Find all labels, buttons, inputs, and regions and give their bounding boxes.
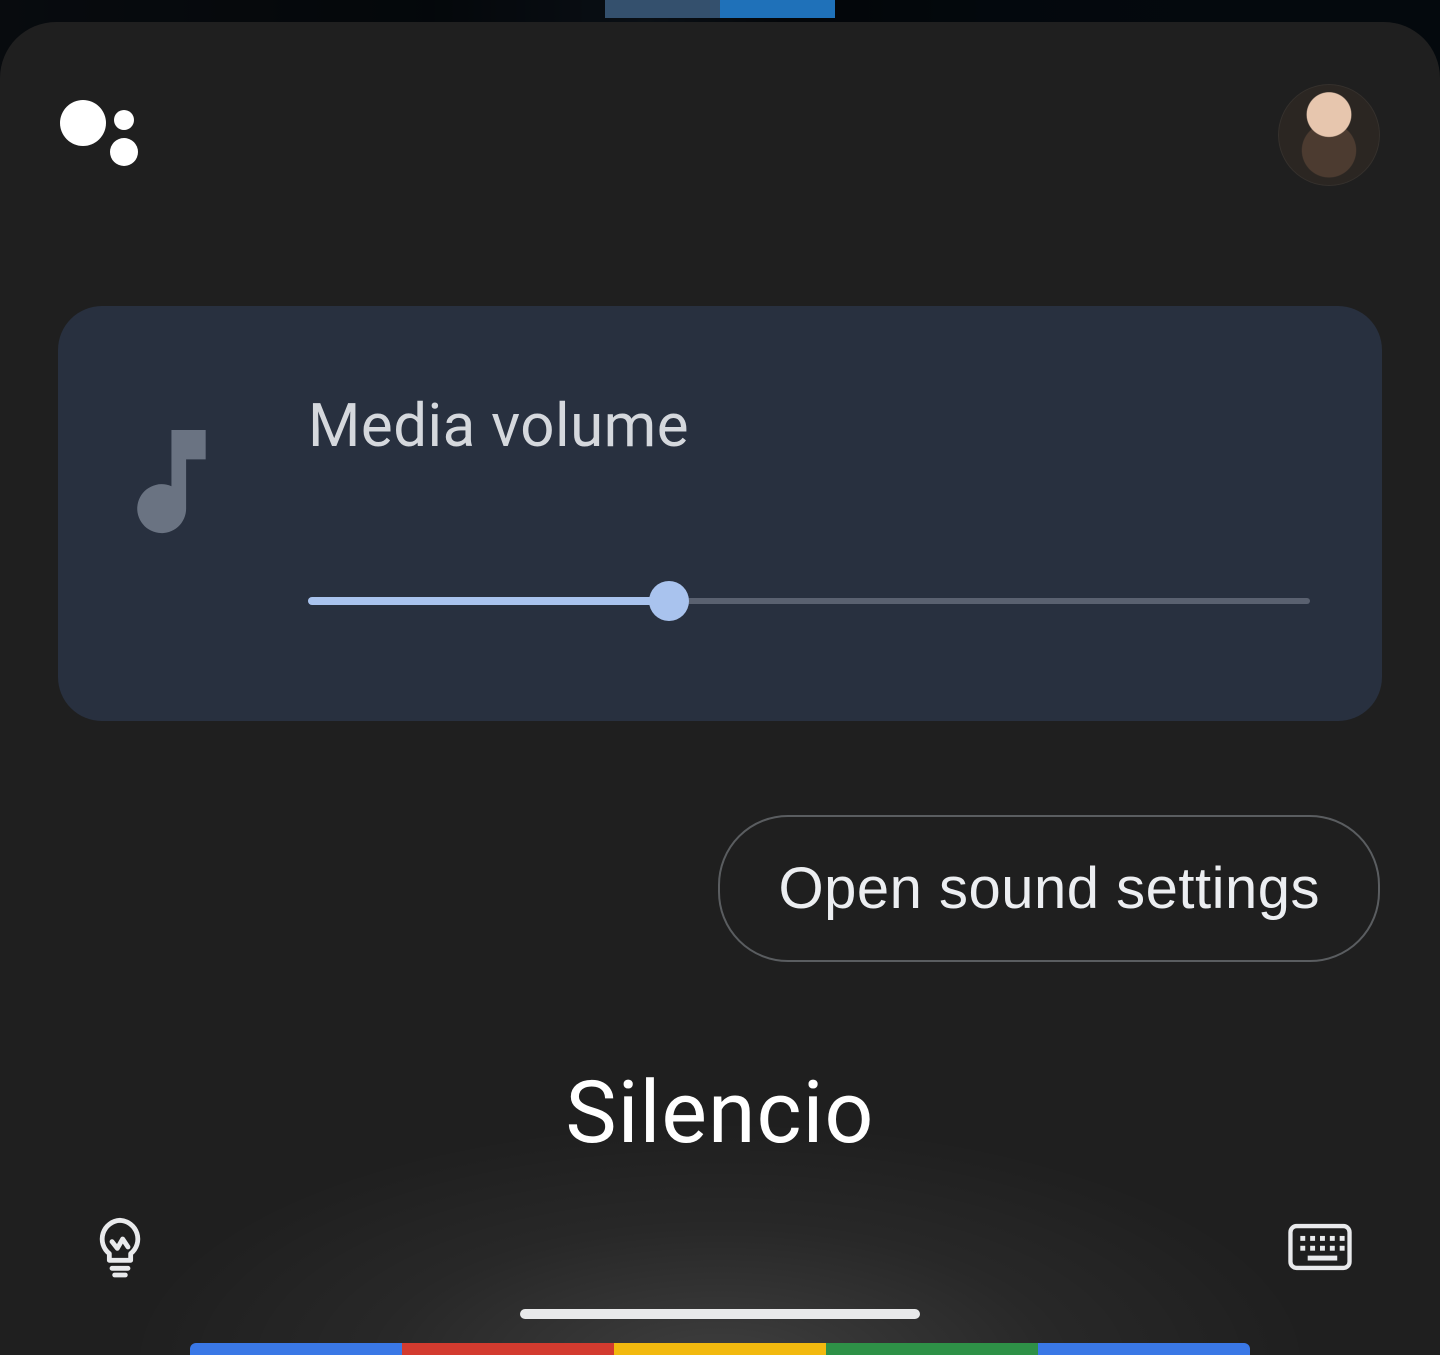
assistant-logo-icon [60,94,142,176]
slider-fill [308,597,669,605]
music-note-icon [130,430,208,540]
assistant-sheet: Media volume Open sound settings Silenci… [0,22,1440,1355]
background-seek-pill [605,0,835,18]
sheet-header [0,22,1440,186]
home-indicator [520,1309,920,1319]
media-volume-card: Media volume [58,306,1382,721]
volume-title: Media volume [308,390,1310,461]
assistant-rainbow-bar [190,1343,1250,1355]
explore-lightbulb-icon[interactable] [82,1209,158,1285]
assistant-bottom-bar [0,1209,1440,1285]
slider-thumb[interactable] [649,581,689,621]
profile-avatar[interactable] [1278,84,1380,186]
keyboard-icon[interactable] [1282,1209,1358,1285]
voice-transcript: Silencio [0,1062,1440,1163]
volume-slider[interactable] [308,581,1310,621]
open-sound-settings-chip[interactable]: Open sound settings [718,815,1380,962]
